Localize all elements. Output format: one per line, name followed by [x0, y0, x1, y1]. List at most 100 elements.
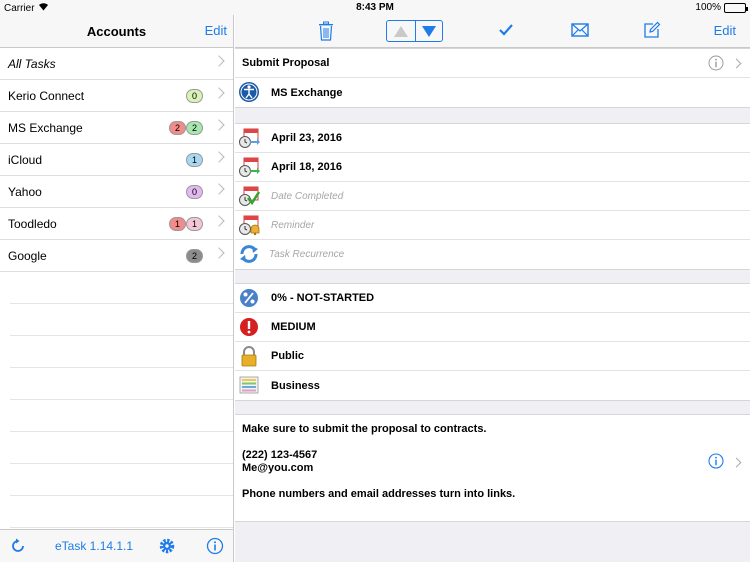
recurrence-icon [238, 243, 260, 265]
empty-row [10, 496, 233, 528]
chevron-right-icon [213, 151, 225, 163]
count-badge: 2 [185, 121, 203, 135]
count-badge: 1 [185, 153, 203, 167]
date-completed-placeholder: Date Completed [271, 190, 344, 202]
category-value: Business [271, 379, 320, 392]
account-row-all-tasks[interactable]: All Tasks [0, 48, 233, 80]
chevron-right-icon [213, 247, 225, 259]
previous-task-button[interactable] [387, 21, 415, 41]
due-date-value: April 23, 2016 [271, 132, 342, 144]
compose-icon[interactable] [643, 21, 661, 44]
info-icon[interactable] [708, 55, 724, 76]
account-row-ms-exchange[interactable]: MS Exchange 2 2 [0, 112, 233, 144]
account-row-toodledo[interactable]: Toodledo 1 1 [0, 208, 233, 240]
count-badge: 1 [185, 217, 203, 231]
info-icon[interactable] [708, 453, 724, 472]
notes-phone-link[interactable]: (222) 123-4567 [242, 449, 317, 461]
count-badge: 2 [168, 121, 186, 135]
chevron-right-icon [731, 58, 742, 69]
priority-alert-icon [238, 316, 260, 338]
app-version-link[interactable]: eTask 1.14.1.1 [55, 539, 133, 553]
account-name: iCloud [8, 152, 43, 167]
gear-icon[interactable] [158, 537, 176, 560]
account-name: Google [8, 248, 47, 263]
trash-icon[interactable] [317, 21, 335, 46]
recurrence-row[interactable]: Task Recurrence [235, 240, 750, 269]
account-row-kerio-connect[interactable]: Kerio Connect 0 [0, 80, 233, 112]
task-header-section: Submit Proposal MS Exchange [235, 48, 750, 108]
date-completed-icon [238, 185, 261, 207]
chevron-right-icon [213, 87, 225, 99]
category-row[interactable]: Business [235, 371, 750, 400]
sensitivity-row[interactable]: Public [235, 342, 750, 371]
next-task-button[interactable] [414, 21, 443, 41]
lock-icon [238, 345, 260, 367]
empty-row [10, 368, 233, 400]
date-completed-row[interactable]: Date Completed [235, 182, 750, 211]
count-badge: 2 [185, 249, 203, 263]
notes-email-link[interactable]: Me@you.com [242, 462, 313, 474]
count-badges: 2 2 [168, 121, 203, 135]
reminder-bell-icon [238, 214, 260, 236]
empty-row [10, 304, 233, 336]
detail-toolbar: Edit [235, 15, 750, 48]
count-badges: 1 [185, 153, 203, 167]
account-name: Kerio Connect [8, 88, 85, 103]
status-value: 0% - NOT-STARTED [271, 292, 375, 304]
checkmark-icon[interactable] [498, 22, 514, 43]
task-account-row[interactable]: MS Exchange [235, 78, 750, 107]
info-icon[interactable] [206, 537, 224, 560]
task-title-row[interactable]: Submit Proposal [235, 49, 750, 78]
arrow-up-icon [393, 25, 408, 37]
chevron-right-icon [213, 183, 225, 195]
priority-row[interactable]: MEDIUM [235, 313, 750, 342]
due-date-row[interactable]: April 23, 2016 [235, 124, 750, 153]
accounts-title: Accounts [86, 24, 147, 39]
task-detail-panel: Edit Submit Proposal MS Exchange April 2… [235, 15, 750, 562]
accounts-header: Accounts Edit [0, 15, 233, 48]
empty-row [10, 272, 233, 304]
mail-icon[interactable] [571, 23, 589, 42]
account-row-google[interactable]: Google 2 [0, 240, 233, 272]
task-properties-section: 0% - NOT-STARTED MEDIUM Public Business [235, 283, 750, 401]
account-row-icloud[interactable]: iCloud 1 [0, 144, 233, 176]
start-date-row[interactable]: April 18, 2016 [235, 153, 750, 182]
count-badge: 0 [185, 185, 203, 199]
chevron-right-icon [731, 457, 742, 468]
exchange-account-icon [238, 81, 260, 103]
prev-next-control [386, 20, 443, 42]
empty-row [10, 400, 233, 432]
task-notes-section[interactable]: Make sure to submit the proposal to cont… [235, 414, 750, 522]
accounts-footer: eTask 1.14.1.1 [0, 529, 233, 562]
count-badge: 1 [168, 217, 186, 231]
start-date-value: April 18, 2016 [271, 161, 342, 173]
accounts-edit-button[interactable]: Edit [205, 23, 227, 38]
count-badge: 0 [185, 89, 203, 103]
percent-icon [238, 287, 260, 309]
chevron-right-icon [213, 55, 225, 67]
count-badges: 2 [185, 249, 203, 263]
task-dates-section: April 23, 2016 April 18, 2016 Date Compl… [235, 123, 750, 270]
empty-row [10, 464, 233, 496]
priority-value: MEDIUM [271, 321, 316, 333]
clock: 8:43 PM [356, 2, 394, 13]
status-row[interactable]: 0% - NOT-STARTED [235, 284, 750, 313]
empty-row [10, 336, 233, 368]
notes-line: Phone numbers and email addresses turn i… [242, 488, 516, 500]
reminder-row[interactable]: Reminder [235, 211, 750, 240]
notes-line: Make sure to submit the proposal to cont… [242, 423, 487, 435]
category-list-icon [238, 374, 260, 396]
start-date-calendar-icon [238, 156, 260, 178]
status-bar: Carrier 8:43 PM 100% [0, 0, 750, 15]
refresh-icon[interactable] [10, 538, 26, 559]
account-name: All Tasks [8, 56, 56, 71]
account-row-yahoo[interactable]: Yahoo 0 [0, 176, 233, 208]
battery-icon [724, 2, 748, 13]
count-badges: 0 [185, 89, 203, 103]
count-badges: 0 [185, 185, 203, 199]
count-badges: 1 1 [168, 217, 203, 231]
chevron-right-icon [213, 215, 225, 227]
task-edit-button[interactable]: Edit [714, 23, 736, 38]
task-title: Submit Proposal [242, 57, 330, 69]
due-date-calendar-icon [238, 127, 260, 149]
